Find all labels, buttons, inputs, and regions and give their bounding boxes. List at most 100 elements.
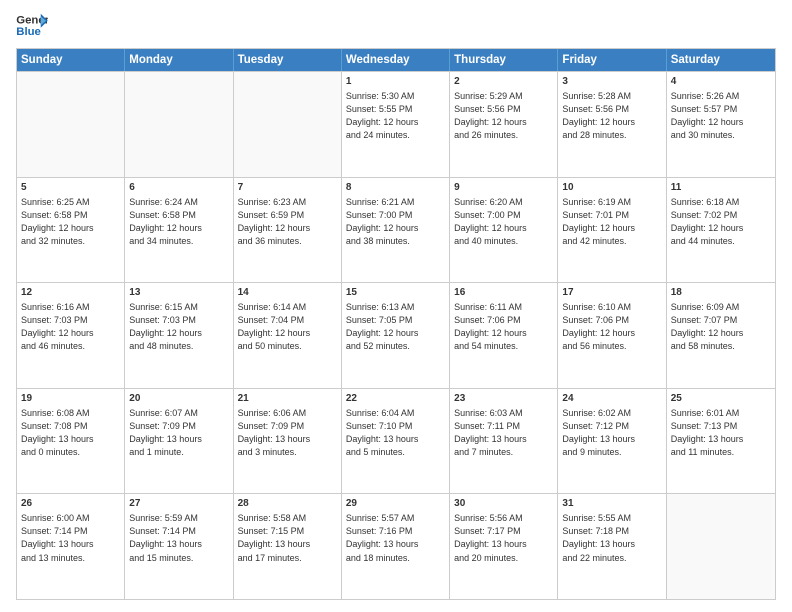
day-info: Sunrise: 5:56 AM Sunset: 7:17 PM Dayligh…: [454, 512, 553, 564]
day-info: Sunrise: 5:26 AM Sunset: 5:57 PM Dayligh…: [671, 90, 771, 142]
calendar-header-thursday: Thursday: [450, 49, 558, 71]
day-number: 20: [129, 392, 228, 406]
day-number: 16: [454, 286, 553, 300]
calendar-day-empty: [234, 72, 342, 177]
calendar-header-saturday: Saturday: [667, 49, 775, 71]
calendar-day-4: 4Sunrise: 5:26 AM Sunset: 5:57 PM Daylig…: [667, 72, 775, 177]
day-info: Sunrise: 6:19 AM Sunset: 7:01 PM Dayligh…: [562, 196, 661, 248]
day-number: 23: [454, 392, 553, 406]
day-number: 14: [238, 286, 337, 300]
calendar-day-28: 28Sunrise: 5:58 AM Sunset: 7:15 PM Dayli…: [234, 494, 342, 599]
day-number: 8: [346, 181, 445, 195]
calendar-day-26: 26Sunrise: 6:00 AM Sunset: 7:14 PM Dayli…: [17, 494, 125, 599]
day-number: 29: [346, 497, 445, 511]
calendar-day-31: 31Sunrise: 5:55 AM Sunset: 7:18 PM Dayli…: [558, 494, 666, 599]
day-number: 7: [238, 181, 337, 195]
calendar-header-sunday: Sunday: [17, 49, 125, 71]
day-info: Sunrise: 6:04 AM Sunset: 7:10 PM Dayligh…: [346, 407, 445, 459]
day-info: Sunrise: 6:11 AM Sunset: 7:06 PM Dayligh…: [454, 301, 553, 353]
day-number: 27: [129, 497, 228, 511]
day-number: 1: [346, 75, 445, 89]
day-number: 18: [671, 286, 771, 300]
day-number: 31: [562, 497, 661, 511]
calendar-week-3: 19Sunrise: 6:08 AM Sunset: 7:08 PM Dayli…: [17, 388, 775, 494]
calendar-day-15: 15Sunrise: 6:13 AM Sunset: 7:05 PM Dayli…: [342, 283, 450, 388]
day-number: 10: [562, 181, 661, 195]
day-info: Sunrise: 6:08 AM Sunset: 7:08 PM Dayligh…: [21, 407, 120, 459]
calendar-day-12: 12Sunrise: 6:16 AM Sunset: 7:03 PM Dayli…: [17, 283, 125, 388]
day-info: Sunrise: 6:20 AM Sunset: 7:00 PM Dayligh…: [454, 196, 553, 248]
svg-text:Blue: Blue: [16, 26, 41, 38]
day-info: Sunrise: 5:59 AM Sunset: 7:14 PM Dayligh…: [129, 512, 228, 564]
calendar-day-27: 27Sunrise: 5:59 AM Sunset: 7:14 PM Dayli…: [125, 494, 233, 599]
day-info: Sunrise: 6:07 AM Sunset: 7:09 PM Dayligh…: [129, 407, 228, 459]
calendar-week-2: 12Sunrise: 6:16 AM Sunset: 7:03 PM Dayli…: [17, 282, 775, 388]
day-number: 15: [346, 286, 445, 300]
day-number: 2: [454, 75, 553, 89]
calendar-day-20: 20Sunrise: 6:07 AM Sunset: 7:09 PM Dayli…: [125, 389, 233, 494]
logo: General Blue: [16, 12, 48, 40]
day-number: 19: [21, 392, 120, 406]
day-info: Sunrise: 5:55 AM Sunset: 7:18 PM Dayligh…: [562, 512, 661, 564]
calendar-header-wednesday: Wednesday: [342, 49, 450, 71]
day-info: Sunrise: 6:02 AM Sunset: 7:12 PM Dayligh…: [562, 407, 661, 459]
day-number: 3: [562, 75, 661, 89]
day-number: 9: [454, 181, 553, 195]
day-info: Sunrise: 5:29 AM Sunset: 5:56 PM Dayligh…: [454, 90, 553, 142]
calendar-day-18: 18Sunrise: 6:09 AM Sunset: 7:07 PM Dayli…: [667, 283, 775, 388]
calendar-day-21: 21Sunrise: 6:06 AM Sunset: 7:09 PM Dayli…: [234, 389, 342, 494]
calendar-day-29: 29Sunrise: 5:57 AM Sunset: 7:16 PM Dayli…: [342, 494, 450, 599]
calendar-day-17: 17Sunrise: 6:10 AM Sunset: 7:06 PM Dayli…: [558, 283, 666, 388]
calendar-day-2: 2Sunrise: 5:29 AM Sunset: 5:56 PM Daylig…: [450, 72, 558, 177]
logo-icon: General Blue: [16, 12, 48, 40]
calendar-header: SundayMondayTuesdayWednesdayThursdayFrid…: [17, 49, 775, 71]
calendar-day-24: 24Sunrise: 6:02 AM Sunset: 7:12 PM Dayli…: [558, 389, 666, 494]
day-info: Sunrise: 5:57 AM Sunset: 7:16 PM Dayligh…: [346, 512, 445, 564]
day-info: Sunrise: 6:23 AM Sunset: 6:59 PM Dayligh…: [238, 196, 337, 248]
calendar-day-11: 11Sunrise: 6:18 AM Sunset: 7:02 PM Dayli…: [667, 178, 775, 283]
day-number: 11: [671, 181, 771, 195]
day-info: Sunrise: 5:58 AM Sunset: 7:15 PM Dayligh…: [238, 512, 337, 564]
calendar-day-30: 30Sunrise: 5:56 AM Sunset: 7:17 PM Dayli…: [450, 494, 558, 599]
day-number: 13: [129, 286, 228, 300]
day-number: 21: [238, 392, 337, 406]
calendar-day-22: 22Sunrise: 6:04 AM Sunset: 7:10 PM Dayli…: [342, 389, 450, 494]
day-number: 12: [21, 286, 120, 300]
day-info: Sunrise: 6:16 AM Sunset: 7:03 PM Dayligh…: [21, 301, 120, 353]
day-number: 30: [454, 497, 553, 511]
day-info: Sunrise: 6:01 AM Sunset: 7:13 PM Dayligh…: [671, 407, 771, 459]
day-info: Sunrise: 6:03 AM Sunset: 7:11 PM Dayligh…: [454, 407, 553, 459]
calendar-day-5: 5Sunrise: 6:25 AM Sunset: 6:58 PM Daylig…: [17, 178, 125, 283]
calendar-day-3: 3Sunrise: 5:28 AM Sunset: 5:56 PM Daylig…: [558, 72, 666, 177]
calendar-day-8: 8Sunrise: 6:21 AM Sunset: 7:00 PM Daylig…: [342, 178, 450, 283]
day-info: Sunrise: 6:15 AM Sunset: 7:03 PM Dayligh…: [129, 301, 228, 353]
calendar-header-friday: Friday: [558, 49, 666, 71]
day-number: 25: [671, 392, 771, 406]
calendar-day-9: 9Sunrise: 6:20 AM Sunset: 7:00 PM Daylig…: [450, 178, 558, 283]
calendar-week-0: 1Sunrise: 5:30 AM Sunset: 5:55 PM Daylig…: [17, 71, 775, 177]
calendar-header-tuesday: Tuesday: [234, 49, 342, 71]
calendar-day-13: 13Sunrise: 6:15 AM Sunset: 7:03 PM Dayli…: [125, 283, 233, 388]
day-number: 24: [562, 392, 661, 406]
day-number: 6: [129, 181, 228, 195]
calendar-week-4: 26Sunrise: 6:00 AM Sunset: 7:14 PM Dayli…: [17, 493, 775, 599]
calendar-day-10: 10Sunrise: 6:19 AM Sunset: 7:01 PM Dayli…: [558, 178, 666, 283]
day-number: 17: [562, 286, 661, 300]
day-info: Sunrise: 6:14 AM Sunset: 7:04 PM Dayligh…: [238, 301, 337, 353]
day-info: Sunrise: 6:25 AM Sunset: 6:58 PM Dayligh…: [21, 196, 120, 248]
day-info: Sunrise: 6:21 AM Sunset: 7:00 PM Dayligh…: [346, 196, 445, 248]
calendar: SundayMondayTuesdayWednesdayThursdayFrid…: [16, 48, 776, 600]
page-header: General Blue: [16, 12, 776, 40]
day-info: Sunrise: 6:00 AM Sunset: 7:14 PM Dayligh…: [21, 512, 120, 564]
day-number: 26: [21, 497, 120, 511]
calendar-day-25: 25Sunrise: 6:01 AM Sunset: 7:13 PM Dayli…: [667, 389, 775, 494]
calendar-day-empty: [667, 494, 775, 599]
day-info: Sunrise: 6:18 AM Sunset: 7:02 PM Dayligh…: [671, 196, 771, 248]
calendar-body: 1Sunrise: 5:30 AM Sunset: 5:55 PM Daylig…: [17, 71, 775, 599]
calendar-day-16: 16Sunrise: 6:11 AM Sunset: 7:06 PM Dayli…: [450, 283, 558, 388]
day-info: Sunrise: 6:24 AM Sunset: 6:58 PM Dayligh…: [129, 196, 228, 248]
calendar-day-1: 1Sunrise: 5:30 AM Sunset: 5:55 PM Daylig…: [342, 72, 450, 177]
calendar-day-7: 7Sunrise: 6:23 AM Sunset: 6:59 PM Daylig…: [234, 178, 342, 283]
day-number: 4: [671, 75, 771, 89]
calendar-day-23: 23Sunrise: 6:03 AM Sunset: 7:11 PM Dayli…: [450, 389, 558, 494]
